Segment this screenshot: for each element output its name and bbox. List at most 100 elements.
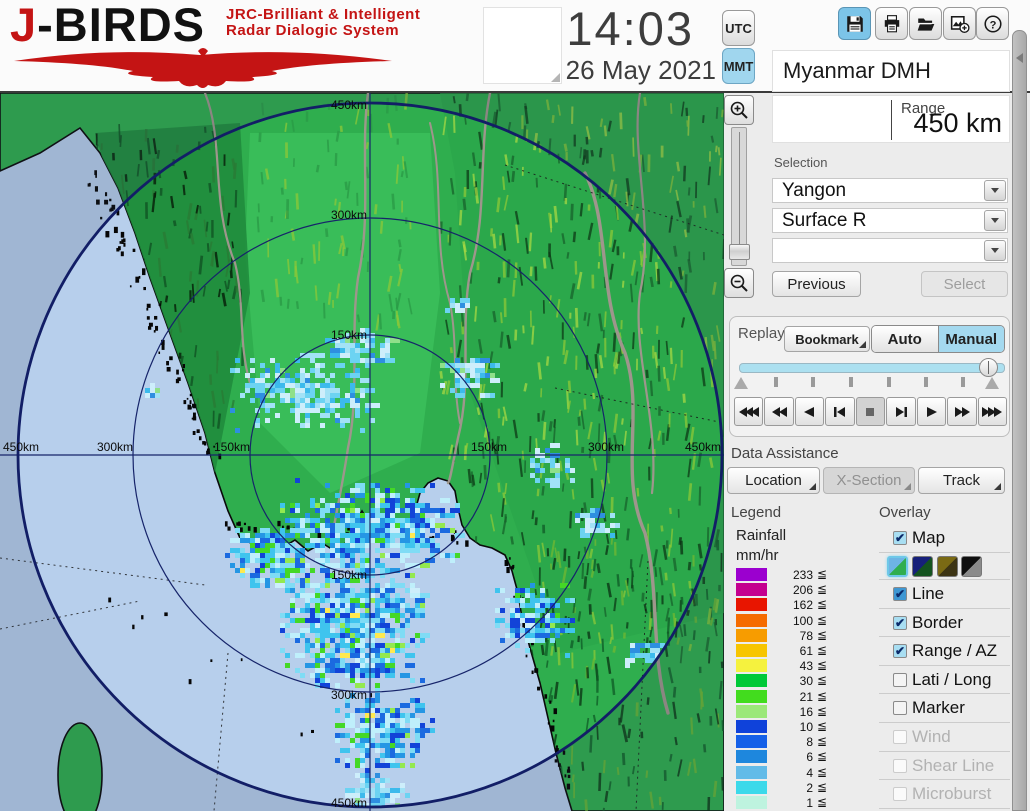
help-button[interactable]: ? bbox=[976, 7, 1009, 40]
chevron-down-icon[interactable] bbox=[984, 210, 1006, 231]
slider-tick bbox=[811, 377, 815, 387]
lte-symbol: ≦ bbox=[817, 582, 828, 597]
overlay-item-border: ✔ Border bbox=[879, 609, 1010, 638]
open-folder-button[interactable] bbox=[909, 7, 942, 40]
eagle-icon bbox=[14, 48, 392, 88]
legend-color-swatch bbox=[736, 628, 767, 642]
map-checkbox[interactable]: ✔ bbox=[893, 531, 907, 545]
legend-value: 61 bbox=[799, 644, 813, 658]
logo-tagline: JRC-Brilliant & Intelligent Radar Dialog… bbox=[226, 6, 421, 39]
legend-value: 16 bbox=[799, 704, 813, 719]
utc-button[interactable]: UTC bbox=[722, 10, 755, 46]
radar-map[interactable]: 450km 300km 150km 150km 300km 450km 450km 300km… bbox=[0, 91, 725, 811]
replay-slider-thumb[interactable] bbox=[979, 358, 998, 377]
auto-button[interactable]: Auto bbox=[872, 326, 938, 352]
xsection-button[interactable]: X-Section bbox=[823, 467, 915, 494]
range-ring-label: 150km bbox=[471, 440, 507, 454]
zoom-slider[interactable] bbox=[729, 127, 750, 266]
location-button[interactable]: Location bbox=[727, 467, 820, 494]
legend-color-swatch bbox=[736, 583, 767, 597]
legend-color-swatch bbox=[736, 780, 767, 794]
zoom-slider-thumb[interactable] bbox=[729, 244, 750, 260]
save-button[interactable] bbox=[838, 7, 871, 40]
lte-symbol: ≦ bbox=[817, 703, 828, 718]
marker-checkbox[interactable] bbox=[893, 701, 907, 716]
track-button[interactable]: Track bbox=[918, 467, 1005, 494]
forward-icon bbox=[954, 406, 970, 417]
print-button[interactable] bbox=[875, 7, 908, 40]
station-box: Myanmar DMH bbox=[772, 50, 1010, 92]
transport-controls bbox=[734, 397, 1007, 426]
mmt-button[interactable]: MMT bbox=[722, 48, 755, 84]
rewind-icon bbox=[772, 406, 788, 417]
map-style-swatch-2[interactable] bbox=[912, 556, 933, 577]
print-icon bbox=[884, 14, 899, 32]
legend-title: Rainfall bbox=[736, 527, 787, 544]
product-dropdown[interactable]: Surface R bbox=[772, 208, 1008, 233]
select-button[interactable]: Select bbox=[921, 271, 1008, 297]
auto-manual-toggle: Auto Manual bbox=[871, 325, 1005, 353]
selection-label: Selection bbox=[774, 155, 828, 170]
map-style-swatch-1[interactable] bbox=[887, 556, 908, 577]
manual-button[interactable]: Manual bbox=[937, 326, 1004, 352]
chevron-down-icon[interactable] bbox=[984, 180, 1006, 201]
forward-button[interactable] bbox=[947, 397, 977, 426]
map-style-swatch-4[interactable] bbox=[961, 556, 982, 577]
lte-symbol: ≦ bbox=[817, 795, 828, 809]
slider-tick bbox=[774, 377, 778, 387]
legend-value: 21 bbox=[799, 689, 813, 704]
range-az-checkbox[interactable]: ✔ bbox=[893, 644, 907, 659]
legend-row: 2 ≦ bbox=[731, 780, 841, 795]
step-back-icon bbox=[834, 406, 846, 417]
stop-button[interactable] bbox=[855, 397, 886, 426]
range-box: Range 450 km bbox=[772, 95, 1010, 143]
lte-symbol: ≦ bbox=[817, 719, 828, 733]
map-style-swatch-3[interactable] bbox=[937, 556, 958, 577]
zoom-in-button[interactable] bbox=[724, 95, 754, 125]
bookmark-button[interactable]: Bookmark bbox=[784, 326, 870, 352]
lati-long-checkbox[interactable] bbox=[893, 672, 907, 687]
slider-tick bbox=[887, 377, 891, 387]
legend-row: 8 ≦ bbox=[731, 734, 841, 749]
panel-collapse-handle[interactable] bbox=[1012, 30, 1027, 811]
site-dropdown[interactable]: Yangon bbox=[772, 178, 1008, 203]
previous-button[interactable]: Previous bbox=[772, 271, 861, 297]
image-capture-button[interactable] bbox=[943, 7, 976, 40]
line-checkbox[interactable]: ✔ bbox=[893, 587, 907, 601]
clock-time: 14:03 bbox=[566, 2, 694, 55]
overlay-item-label: Wind bbox=[912, 726, 951, 746]
range-ring-label: 300km bbox=[331, 208, 367, 222]
lte-symbol: ≦ bbox=[817, 749, 828, 764]
rewind-button[interactable] bbox=[764, 397, 794, 426]
play-back-button[interactable] bbox=[794, 397, 825, 426]
range-ring-label: 150km bbox=[331, 328, 367, 342]
border-checkbox[interactable]: ✔ bbox=[893, 615, 907, 630]
overlay-item-label: Marker bbox=[912, 698, 965, 718]
range-ring-label: 300km bbox=[588, 440, 624, 454]
legend-color-swatch bbox=[736, 765, 767, 779]
legend-row: 10 ≦ bbox=[731, 719, 841, 734]
legend-value: 1 bbox=[806, 796, 813, 810]
legend-row: 61 ≦ bbox=[731, 643, 841, 658]
shear-line-checkbox bbox=[893, 758, 907, 773]
rewind-fast-button[interactable] bbox=[734, 397, 764, 426]
chevron-down-icon[interactable] bbox=[984, 240, 1006, 261]
zoom-out-button[interactable] bbox=[724, 268, 754, 298]
overlay-item-label: Lati / Long bbox=[912, 669, 992, 689]
step-forward-button[interactable] bbox=[886, 397, 916, 426]
svg-text:?: ? bbox=[989, 19, 996, 31]
lte-symbol: ≦ bbox=[817, 658, 828, 673]
step-back-button[interactable] bbox=[825, 397, 855, 426]
overlay-item-range-az: ✔ Range / AZ bbox=[879, 637, 1010, 666]
slider-tick bbox=[961, 377, 965, 387]
legend-color-swatch bbox=[736, 750, 767, 764]
replay-slider[interactable] bbox=[739, 363, 1005, 373]
lte-symbol: ≦ bbox=[817, 764, 828, 779]
legend-value: 233 bbox=[792, 568, 813, 582]
overlay-item-lati-long: Lati / Long bbox=[879, 666, 1010, 695]
extra-dropdown[interactable] bbox=[772, 238, 1008, 263]
forward-fast-button[interactable] bbox=[977, 397, 1007, 426]
play-button[interactable] bbox=[916, 397, 947, 426]
magnifier-plus-icon bbox=[730, 101, 748, 119]
legend-row: 6 ≦ bbox=[731, 749, 841, 764]
